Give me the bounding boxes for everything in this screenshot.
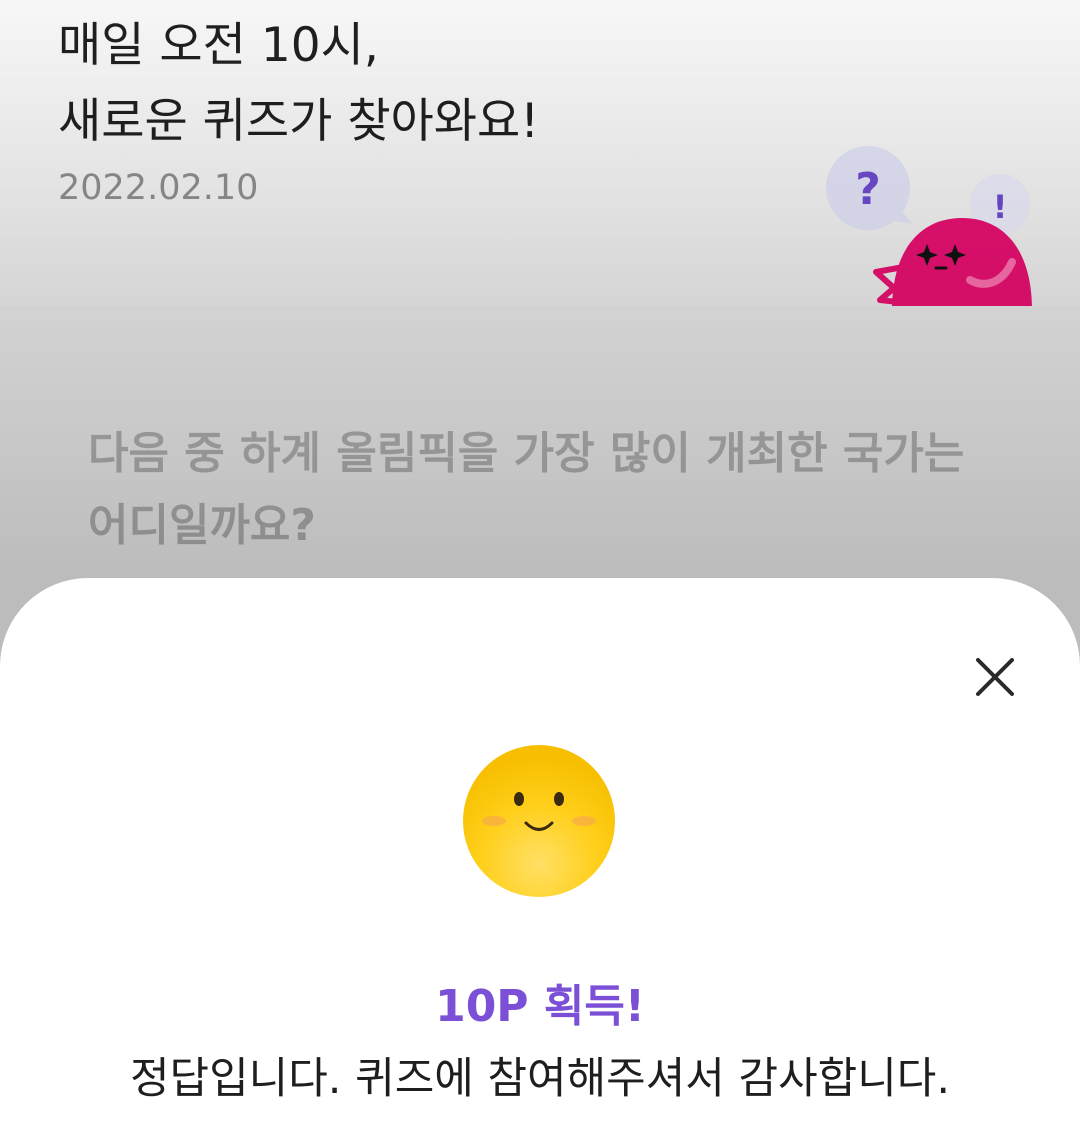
result-message: 정답입니다. 퀴즈에 참여해주셔서 감사합니다. <box>130 1054 950 1104</box>
title-line-1: 매일 오전 10시, <box>58 18 379 73</box>
close-button[interactable] <box>960 642 1030 712</box>
quiz-header: 매일 오전 10시, 새로운 퀴즈가 찾아와요! 2022.02.10 ? ! <box>0 0 1080 306</box>
page-title: 매일 오전 10시, 새로운 퀴즈가 찾아와요! <box>58 8 539 160</box>
question-bubble-icon: ? <box>826 146 912 230</box>
exclaim-mark-text: ! <box>993 188 1008 226</box>
mascot-illustration: ? ! <box>826 146 1032 306</box>
result-bottom-sheet: 10P 획득! 정답입니다. 퀴즈에 참여해주셔서 감사합니다. <box>0 578 1080 1142</box>
title-line-2: 새로운 퀴즈가 찾아와요! <box>58 94 540 149</box>
close-icon <box>976 658 1014 696</box>
question-mark-text: ? <box>855 164 881 215</box>
reward-points: 10P 획득! <box>435 981 645 1032</box>
smiley-face-icon <box>463 745 615 897</box>
quiz-question: 다음 중 하계 올림픽을 가장 많이 개최한 국가는 어디일까요? <box>88 428 965 551</box>
quiz-date: 2022.02.10 <box>58 168 259 208</box>
